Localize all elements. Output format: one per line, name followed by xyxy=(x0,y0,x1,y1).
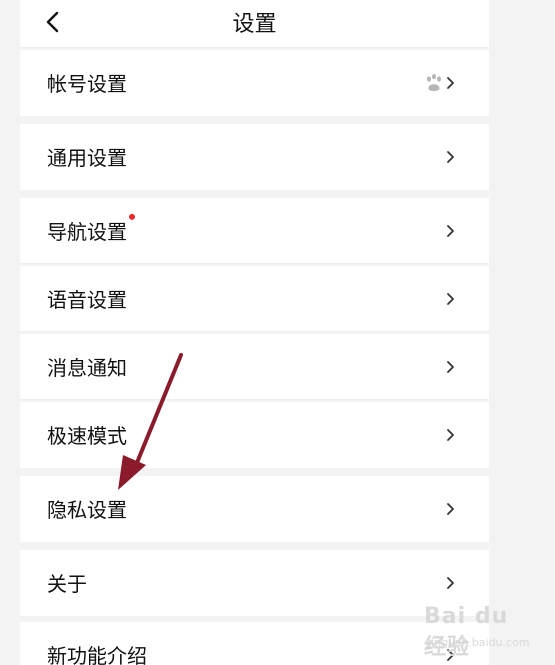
settings-panel: 设置 帐号设置 通用设置 导航设置 语音设置 消息通知 极速模式 隐私设置 关于… xyxy=(20,0,489,665)
settings-item-label: 语音设置 xyxy=(47,287,127,312)
settings-item-label: 极速模式 xyxy=(47,423,127,448)
settings-item-label: 隐私设置 xyxy=(47,497,127,522)
settings-item-label: 帐号设置 xyxy=(47,71,127,96)
chevron-right-icon xyxy=(447,293,454,305)
chevron-right-icon xyxy=(447,225,454,237)
settings-item-label: 新功能介绍 xyxy=(47,643,147,665)
settings-item-label: 关于 xyxy=(47,571,87,596)
page-title: 设置 xyxy=(232,12,277,37)
chevron-right-icon xyxy=(447,429,454,441)
chevron-right-icon xyxy=(447,361,454,373)
settings-item-label: 消息通知 xyxy=(47,355,127,380)
divider xyxy=(20,331,489,332)
settings-item-whats-new[interactable]: 新功能介绍 xyxy=(20,622,489,665)
watermark: Bai du 经验 jingyan.baidu.com xyxy=(424,604,534,660)
settings-item-privacy[interactable]: 隐私设置 xyxy=(20,476,489,542)
divider xyxy=(20,399,489,400)
chevron-right-icon xyxy=(447,577,454,589)
settings-item-general[interactable]: 通用设置 xyxy=(20,124,489,190)
settings-item-label: 通用设置 xyxy=(47,145,127,170)
paw-icon xyxy=(427,74,441,91)
divider xyxy=(20,263,489,264)
watermark-text: Bai du 经验 xyxy=(424,604,509,660)
notification-dot xyxy=(129,213,135,220)
chevron-right-icon xyxy=(447,151,454,163)
settings-item-about[interactable]: 关于 xyxy=(20,550,489,616)
chevron-right-icon xyxy=(447,77,454,89)
top-bar: 设置 xyxy=(20,0,489,48)
watermark-url: jingyan.baidu.com xyxy=(428,636,530,649)
settings-item-navigation[interactable]: 导航设置 xyxy=(20,198,489,264)
settings-item-account[interactable]: 帐号设置 xyxy=(20,50,489,116)
settings-item-label: 导航设置 xyxy=(47,213,135,245)
settings-item-speed-mode[interactable]: 极速模式 xyxy=(20,402,489,468)
chevron-right-icon xyxy=(447,503,454,515)
settings-item-notifications[interactable]: 消息通知 xyxy=(20,334,489,400)
settings-item-voice[interactable]: 语音设置 xyxy=(20,266,489,332)
